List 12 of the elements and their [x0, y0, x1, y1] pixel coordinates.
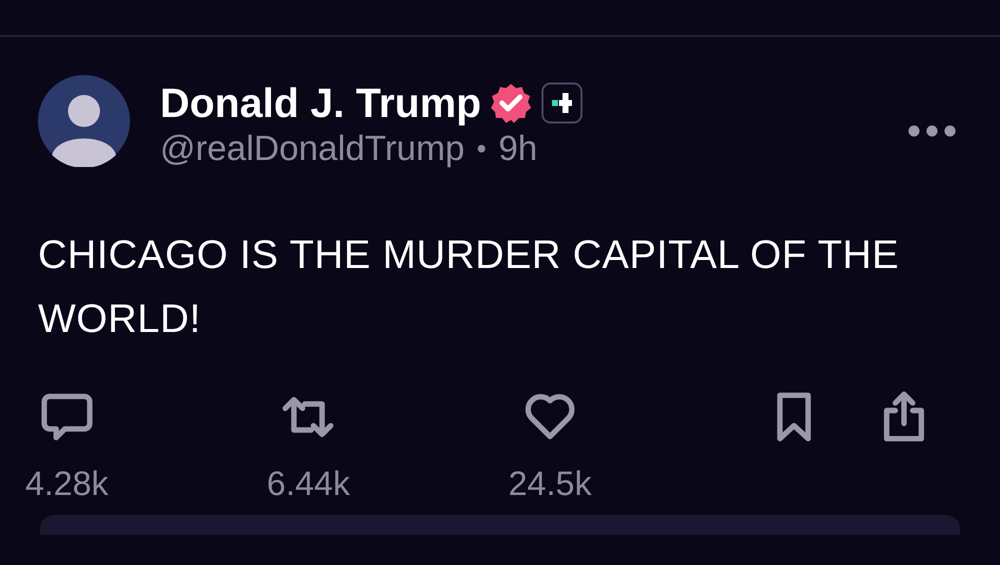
- post-text: CHICAGO IS THE MURDER CAPITAL OF THE WORLD!: [38, 232, 900, 343]
- action-count: 6.44k: [266, 465, 350, 504]
- plus-badge-icon: [541, 82, 584, 124]
- post-time: 9h: [498, 129, 538, 169]
- action-count: 4.28k: [25, 465, 108, 504]
- action-count: 24.5k: [508, 465, 592, 504]
- author-handle[interactable]: @realDonaldTrump: [160, 129, 465, 169]
- author-name[interactable]: Donald J. Trump: [160, 80, 482, 126]
- separator-dot: •: [476, 133, 486, 165]
- avatar-icon[interactable]: [38, 75, 130, 167]
- comment-icon[interactable]: [40, 391, 93, 443]
- more-options-icon[interactable]: [908, 125, 956, 137]
